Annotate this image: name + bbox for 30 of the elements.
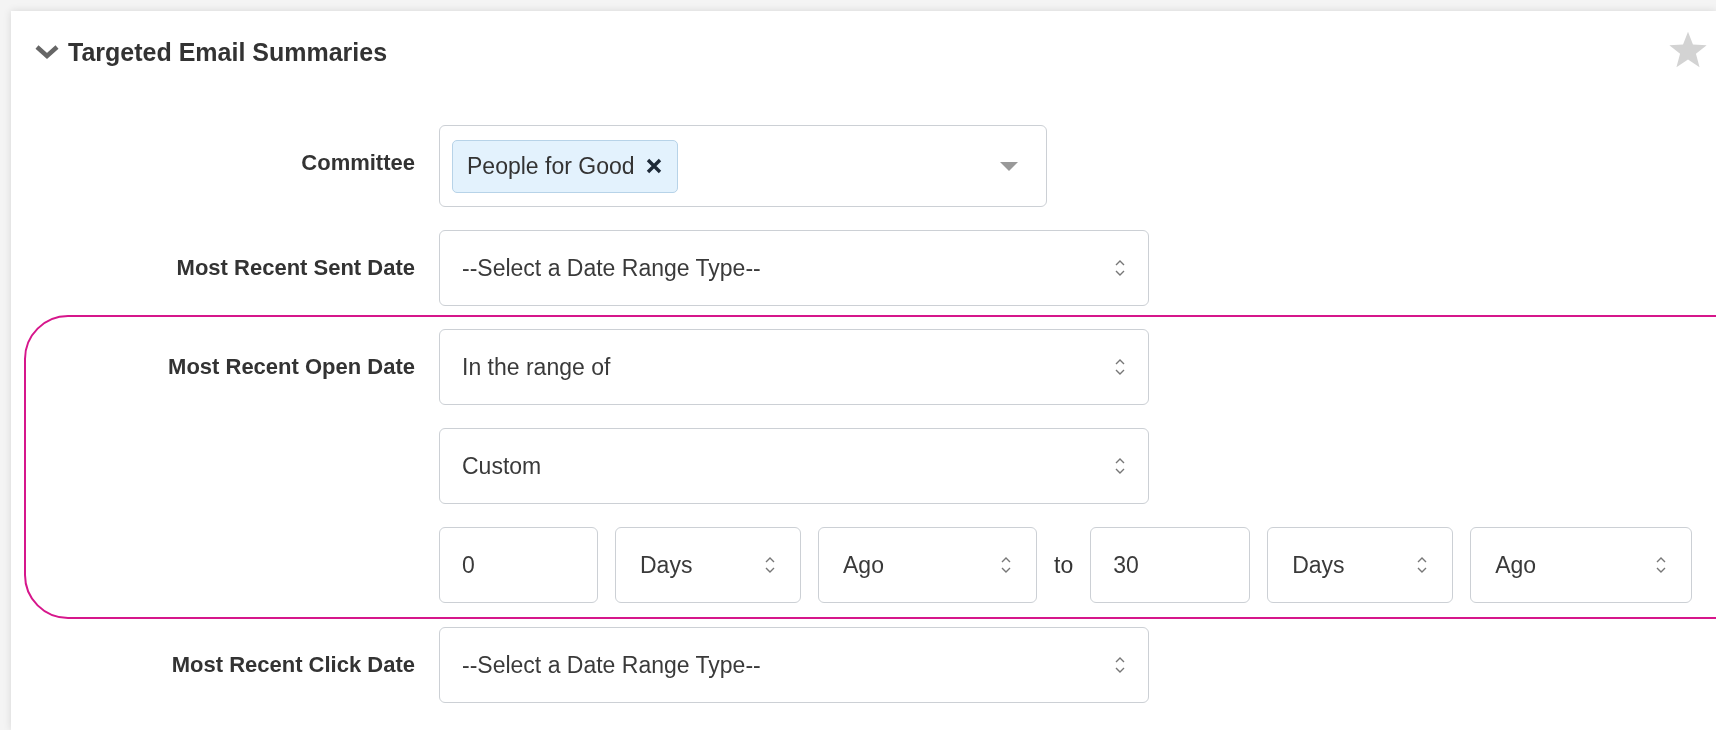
select-field[interactable]: --Select a Date Range Type-- [439, 230, 1149, 306]
up-down-icon [1655, 555, 1668, 575]
select-field[interactable]: Days [615, 527, 801, 603]
panel-title: Targeted Email Summaries [68, 37, 388, 67]
up-down-icon [1114, 357, 1126, 377]
select-field[interactable]: Ago [818, 527, 1037, 603]
field-label: Most Recent Sent Date [176, 254, 415, 282]
field-label: Committee [301, 149, 415, 177]
select-field[interactable]: --Select a Date Range Type-- [439, 627, 1149, 703]
field-label: Most Recent Open Date [168, 353, 415, 381]
caret-icon [1000, 162, 1018, 172]
up-down-icon [764, 555, 776, 575]
star-icon[interactable] [1668, 31, 1708, 69]
select-field[interactable]: In the range of [439, 329, 1149, 405]
remove-icon[interactable] [644, 157, 663, 175]
select-field[interactable]: Days [1267, 527, 1454, 603]
field-label: Most Recent Click Date [171, 651, 415, 679]
number-input[interactable]: 30 [1090, 527, 1251, 603]
range-separator: to [1054, 551, 1074, 579]
select-field[interactable]: Custom [439, 428, 1149, 504]
up-down-icon [1000, 555, 1012, 575]
select-field[interactable]: Ago [1470, 527, 1693, 603]
up-down-icon [1114, 456, 1126, 476]
chevron-icon[interactable] [34, 43, 60, 61]
multiselect-field[interactable]: People for Good [439, 125, 1047, 207]
up-down-icon [1416, 555, 1429, 575]
up-down-icon [1114, 258, 1126, 278]
number-input[interactable]: 0 [439, 527, 598, 603]
up-down-icon [1114, 655, 1126, 675]
tag-label: People for Good [467, 152, 635, 180]
